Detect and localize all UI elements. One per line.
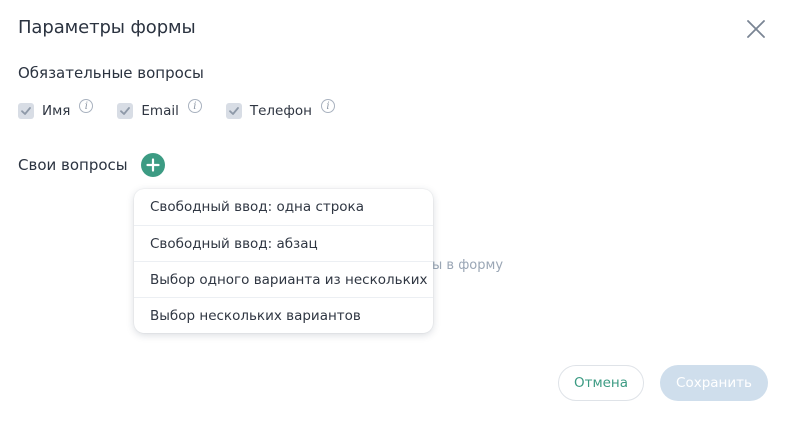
info-icon[interactable]: i: [321, 99, 335, 113]
required-item-name: Имя i: [18, 99, 94, 119]
email-checkbox[interactable]: [117, 103, 134, 119]
add-question-button[interactable]: [141, 153, 165, 177]
phone-checkbox[interactable]: [225, 103, 242, 119]
menu-item-single-line[interactable]: Свободный ввод: одна строка: [134, 189, 433, 225]
custom-questions-title: Свои вопросы: [18, 156, 128, 174]
name-checkbox[interactable]: [18, 103, 34, 119]
close-icon[interactable]: [744, 17, 768, 41]
required-questions-row: Имя i Email i Телефон i: [18, 99, 359, 122]
save-button[interactable]: Сохранить: [660, 365, 768, 401]
phone-label: Телефон: [249, 103, 312, 119]
menu-item-single-choice[interactable]: Выбор одного варианта из нескольких: [134, 261, 433, 297]
info-icon[interactable]: i: [187, 99, 202, 113]
question-type-menu: Свободный ввод: одна строка Свободный вв…: [134, 189, 433, 333]
menu-item-multiple-choice[interactable]: Выбор нескольких вариантов: [134, 297, 433, 333]
required-item-phone: Телефон i: [225, 99, 335, 119]
dialog-title: Параметры формы: [18, 17, 196, 38]
cancel-button[interactable]: Отмена: [558, 365, 644, 401]
plus-icon: [146, 158, 160, 172]
email-label: Email: [141, 103, 179, 119]
empty-hint-text: ы в форму: [432, 258, 504, 273]
info-icon[interactable]: i: [79, 99, 94, 113]
menu-item-paragraph[interactable]: Свободный ввод: абзац: [134, 225, 433, 261]
required-questions-title: Обязательные вопросы: [18, 64, 204, 82]
required-item-email: Email i: [117, 99, 202, 119]
form-settings-dialog: Параметры формы Обязательные вопросы Имя…: [0, 0, 791, 424]
name-label: Имя: [42, 103, 71, 119]
